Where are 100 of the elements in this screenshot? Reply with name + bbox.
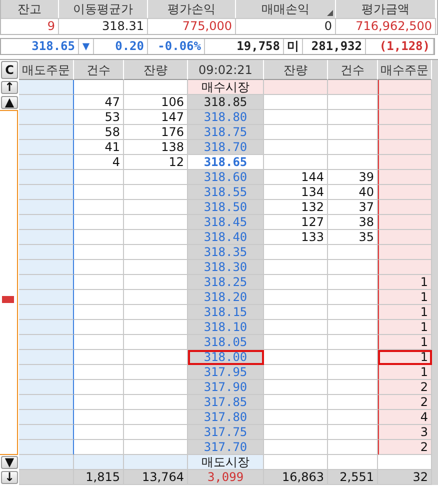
empty-sell-order-cell[interactable]: [19, 305, 74, 320]
empty-buy-order-cell[interactable]: [378, 230, 432, 245]
summary-value: 9: [1, 18, 59, 34]
empty-sell-order-cell[interactable]: [19, 410, 74, 425]
column-header: 잔량: [124, 60, 188, 80]
empty-buy-order-cell[interactable]: [378, 110, 432, 125]
empty-sell-order-cell[interactable]: [19, 110, 74, 125]
page-down-button[interactable]: ▼: [1, 456, 18, 469]
price-cell[interactable]: 318.35: [188, 245, 264, 260]
buy-order-cell[interactable]: 1: [378, 275, 432, 290]
price-cell[interactable]: 318.70: [188, 140, 264, 155]
empty-sell-order-cell[interactable]: [19, 335, 74, 350]
market-buy-label: 매수시장: [188, 80, 264, 95]
price-cell[interactable]: 318.60: [188, 170, 264, 185]
empty-sell-order-cell[interactable]: [19, 185, 74, 200]
empty-sell-order-cell[interactable]: [19, 320, 74, 335]
sell-count-cell: 47: [74, 95, 124, 110]
empty-sell-order-cell[interactable]: [19, 365, 74, 380]
buy-order-cell[interactable]: 1: [378, 335, 432, 350]
empty-buy-order-cell[interactable]: [378, 170, 432, 185]
current-price: 318.65: [1, 39, 79, 54]
empty-sell-order-cell[interactable]: [19, 140, 74, 155]
empty-sell-order-cell[interactable]: [19, 395, 74, 410]
empty-sell-order-cell[interactable]: [19, 275, 74, 290]
buy-order-cell[interactable]: 3: [378, 425, 432, 440]
empty-sell-order-cell[interactable]: [19, 380, 74, 395]
price-cell[interactable]: 318.10: [188, 320, 264, 335]
price-cell[interactable]: 317.85: [188, 395, 264, 410]
buy-order-cell[interactable]: 2: [378, 440, 432, 455]
column-header: 건수: [74, 60, 124, 80]
sell-count-cell: 58: [74, 125, 124, 140]
buy-quantity-cell: 133: [264, 230, 328, 245]
empty-sell-order-cell[interactable]: [19, 125, 74, 140]
price-cell[interactable]: 318.65: [188, 155, 264, 170]
price-cell[interactable]: 318.30: [188, 260, 264, 275]
empty-buy-order-cell[interactable]: [378, 200, 432, 215]
column-header: 평가손익: [148, 0, 236, 18]
empty-sell-order-cell[interactable]: [19, 155, 74, 170]
empty-buy-order-cell[interactable]: [378, 140, 432, 155]
summary-value: 775,000: [148, 18, 236, 34]
column-header: 이동평균가: [59, 0, 148, 18]
buy-order-cell[interactable]: 2: [378, 380, 432, 395]
market-sell-label: 매도시장: [188, 455, 264, 470]
sell-quantity-total: 13,764: [124, 470, 188, 485]
buy-count-total: 2,551: [328, 470, 378, 485]
empty-sell-order-cell[interactable]: [19, 200, 74, 215]
price-cell[interactable]: 318.45: [188, 215, 264, 230]
net-quantity-total: 3,099: [188, 470, 264, 485]
empty-sell-order-cell[interactable]: [19, 440, 74, 455]
price-cell[interactable]: 318.25: [188, 275, 264, 290]
buy-order-cell[interactable]: 4: [378, 410, 432, 425]
price-cell[interactable]: 318.55: [188, 185, 264, 200]
volume-value: 281,932: [303, 39, 366, 54]
sort-triangle-icon: [327, 10, 333, 16]
buy-order-cell[interactable]: 1: [378, 350, 432, 365]
empty-sell-order-cell[interactable]: [19, 260, 74, 275]
column-header: 잔고: [1, 0, 59, 18]
price-cell[interactable]: 318.40: [188, 230, 264, 245]
scroll-up-button[interactable]: ↑: [1, 81, 18, 94]
price-cell[interactable]: 317.75: [188, 425, 264, 440]
price-cell[interactable]: 317.70: [188, 440, 264, 455]
empty-buy-order-cell[interactable]: [378, 95, 432, 110]
price-cell[interactable]: 318.50: [188, 200, 264, 215]
empty-sell-order-cell[interactable]: [19, 245, 74, 260]
price-cell[interactable]: 317.80: [188, 410, 264, 425]
empty-buy-order-cell[interactable]: [378, 215, 432, 230]
empty-sell-order-cell[interactable]: [19, 230, 74, 245]
price-cell[interactable]: 318.85: [188, 95, 264, 110]
empty-buy-order-cell[interactable]: [378, 260, 432, 275]
column-header: 매도주문: [19, 60, 74, 80]
empty-sell-order-cell[interactable]: [19, 170, 74, 185]
price-cell[interactable]: 318.05: [188, 335, 264, 350]
price-cell[interactable]: 318.20: [188, 290, 264, 305]
empty-sell-order-cell[interactable]: [19, 425, 74, 440]
empty-sell-order-cell[interactable]: [19, 350, 74, 365]
buy-order-cell[interactable]: 1: [378, 365, 432, 380]
buy-order-cell[interactable]: 1: [378, 290, 432, 305]
buy-order-cell[interactable]: 1: [378, 320, 432, 335]
clear-button[interactable]: C: [1, 61, 18, 79]
column-header: 매매손익: [236, 0, 336, 18]
page-up-button[interactable]: ▲: [1, 96, 18, 109]
empty-buy-order-cell[interactable]: [378, 185, 432, 200]
sell-count-cell: 53: [74, 110, 124, 125]
empty-buy-order-cell[interactable]: [378, 245, 432, 260]
empty-sell-order-cell[interactable]: [19, 215, 74, 230]
price-cell[interactable]: 318.00: [188, 350, 264, 365]
empty-buy-order-cell[interactable]: [378, 125, 432, 140]
price-cell[interactable]: 318.15: [188, 305, 264, 320]
empty-sell-order-cell[interactable]: [19, 290, 74, 305]
buy-order-cell[interactable]: 1: [378, 305, 432, 320]
position-marker[interactable]: [2, 296, 14, 303]
buy-order-total: 32: [378, 470, 432, 485]
price-cell[interactable]: 317.95: [188, 365, 264, 380]
price-cell[interactable]: 317.90: [188, 380, 264, 395]
buy-order-cell[interactable]: 2: [378, 395, 432, 410]
time-header: 09:02:21: [188, 60, 264, 80]
price-cell[interactable]: 318.80: [188, 110, 264, 125]
price-cell[interactable]: 318.75: [188, 125, 264, 140]
scroll-down-button[interactable]: ↓: [1, 471, 18, 484]
empty-buy-order-cell[interactable]: [378, 155, 432, 170]
